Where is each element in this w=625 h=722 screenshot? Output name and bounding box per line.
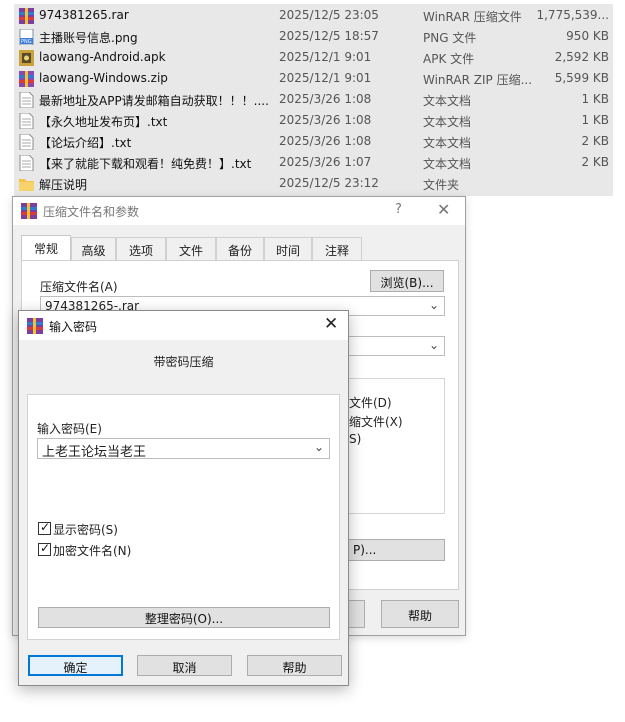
- tab-advanced[interactable]: 高级: [71, 237, 116, 261]
- file-type: 文本文档: [423, 94, 472, 108]
- encrypt-names-label[interactable]: 加密文件名(N): [53, 542, 131, 559]
- file-name: 【来了就能下载和观看！纯免费！】.txt: [39, 157, 252, 171]
- password-titlebar[interactable]: 输入密码 ✕: [19, 311, 348, 340]
- tab-general[interactable]: 常规: [21, 235, 71, 262]
- chevron-down-icon[interactable]: ⌄: [429, 338, 439, 352]
- tab-time[interactable]: 时间: [264, 237, 312, 261]
- file-row[interactable]: 【论坛介绍】.txt 2025/3/26 1:08 文本文档 2 KB: [14, 131, 613, 152]
- txt-icon: [19, 134, 34, 150]
- ok-button[interactable]: 确定: [28, 655, 123, 676]
- close-icon[interactable]: ✕: [324, 314, 338, 334]
- winrar-icon: [21, 203, 37, 219]
- archive-titlebar[interactable]: 压缩文件名和参数 ? ✕: [13, 197, 465, 225]
- tab-options[interactable]: 选项: [116, 237, 166, 261]
- help-button[interactable]: 帮助: [381, 600, 459, 628]
- file-date: 2025/12/5 23:05: [279, 8, 379, 22]
- organize-passwords-button[interactable]: 整理密码(O)...: [38, 607, 330, 628]
- file-size: 2,592 KB: [554, 50, 609, 64]
- file-name: 主播账号信息.png: [39, 31, 138, 45]
- file-date: 2025/12/1 9:01: [279, 71, 372, 85]
- chevron-down-icon[interactable]: ⌄: [429, 298, 439, 312]
- file-row[interactable]: 【永久地址发布页】.txt 2025/3/26 1:08 文本文档 1 KB: [14, 110, 613, 131]
- png-icon: PNG: [19, 29, 34, 45]
- password-dialog-title: 输入密码: [49, 320, 98, 334]
- txt-icon: [19, 155, 34, 171]
- option-solid-fragment[interactable]: S): [349, 432, 361, 446]
- file-date: 2025/3/26 1:07: [279, 155, 372, 169]
- file-type: WinRAR ZIP 压缩...: [423, 73, 533, 87]
- txt-icon: [19, 113, 34, 129]
- file-date: 2025/3/26 1:08: [279, 113, 372, 127]
- close-icon[interactable]: ✕: [437, 200, 450, 219]
- file-size: 1 KB: [581, 92, 609, 106]
- tab-files[interactable]: 文件: [166, 237, 216, 261]
- rar-icon: [19, 8, 34, 24]
- file-name: 974381265.rar: [39, 8, 129, 22]
- profile-combo[interactable]: ⌄: [340, 336, 445, 356]
- file-date: 2025/3/26 1:08: [279, 134, 372, 148]
- help-button[interactable]: 帮助: [247, 655, 342, 676]
- help-icon[interactable]: ?: [395, 202, 402, 217]
- file-size: 1 KB: [581, 113, 609, 127]
- browse-button[interactable]: 浏览(B)...: [370, 270, 444, 292]
- password-heading: 带密码压缩: [153, 355, 214, 369]
- archive-dialog-title: 压缩文件名和参数: [43, 205, 140, 219]
- file-name: laowang-Windows.zip: [39, 71, 168, 85]
- folder-icon: [19, 179, 34, 191]
- password-input[interactable]: 上老王论坛当老王 ⌄: [37, 438, 330, 460]
- file-name: laowang-Android.apk: [39, 50, 166, 64]
- file-type: 文本文档: [423, 136, 472, 150]
- file-size: 1,775,539...: [536, 8, 609, 22]
- svg-text:PNG: PNG: [21, 39, 32, 45]
- file-row[interactable]: 最新地址及APP请发邮箱自动获取！！！.... 2025/3/26 1:08 文…: [14, 89, 613, 110]
- file-row[interactable]: laowang-Android.apk 2025/12/1 9:01 APK 文…: [14, 47, 613, 68]
- option-sfx-fragment[interactable]: 缩文件(X): [349, 413, 403, 430]
- file-name: 【永久地址发布页】.txt: [39, 115, 168, 129]
- archive-options-group: 文件(D) 缩文件(X) S): [340, 378, 445, 514]
- file-date: 2025/12/5 18:57: [279, 29, 379, 43]
- file-type: WinRAR 压缩文件: [423, 10, 522, 24]
- file-list: 974381265.rar 2025/12/5 23:05 WinRAR 压缩文…: [14, 4, 613, 196]
- file-row[interactable]: 【来了就能下载和观看！纯免费！】.txt 2025/3/26 1:07 文本文档…: [14, 152, 613, 173]
- show-password-checkbox[interactable]: [38, 520, 51, 535]
- password-dialog: 输入密码 ✕ 带密码压缩 输入密码(E) 上老王论坛当老王 ⌄ 显示密码(S) …: [18, 310, 349, 686]
- show-password-label[interactable]: 显示密码(S): [53, 521, 118, 538]
- file-type: 文件夹: [423, 178, 460, 192]
- file-row[interactable]: laowang-Windows.zip 2025/12/1 9:01 WinRA…: [14, 68, 613, 89]
- tab-backup[interactable]: 备份: [216, 237, 264, 261]
- encrypt-names-checkbox[interactable]: [38, 541, 51, 556]
- file-date: 2025/3/26 1:08: [279, 92, 372, 106]
- password-value: 上老王论坛当老王: [42, 445, 147, 460]
- password-panel: 输入密码(E) 上老王论坛当老王 ⌄ 显示密码(S) 加密文件名(N) 整理密码…: [27, 394, 340, 640]
- enter-password-label: 输入密码(E): [37, 422, 102, 436]
- file-size: 950 KB: [566, 29, 609, 43]
- chevron-down-icon[interactable]: ⌄: [314, 440, 324, 454]
- file-type: APK 文件: [423, 52, 475, 66]
- file-date: 2025/12/5 23:12: [279, 176, 379, 190]
- file-type: 文本文档: [423, 115, 472, 129]
- file-name: 【论坛介绍】.txt: [39, 136, 132, 150]
- file-date: 2025/12/1 9:01: [279, 50, 372, 64]
- archive-name-label: 压缩文件名(A): [40, 280, 118, 294]
- file-size: 2 KB: [581, 155, 609, 169]
- file-name: 解压说明: [39, 178, 88, 192]
- set-password-button[interactable]: P)...: [340, 539, 445, 561]
- file-name: 最新地址及APP请发邮箱自动获取！！！....: [39, 94, 269, 108]
- tab-comment[interactable]: 注释: [312, 237, 362, 261]
- file-type: 文本文档: [423, 157, 472, 171]
- file-row[interactable]: 974381265.rar 2025/12/5 23:05 WinRAR 压缩文…: [14, 5, 613, 26]
- cancel-button[interactable]: 取消: [137, 655, 232, 676]
- txt-icon: [19, 92, 34, 108]
- winrar-icon: [27, 318, 43, 334]
- option-delete-files-fragment[interactable]: 文件(D): [349, 394, 392, 411]
- file-row[interactable]: 解压说明 2025/12/5 23:12 文件夹: [14, 173, 613, 194]
- file-type: PNG 文件: [423, 31, 477, 45]
- file-size: 5,599 KB: [554, 71, 609, 85]
- apk-icon: [19, 50, 34, 66]
- zip-icon: [19, 71, 34, 87]
- file-size: 2 KB: [581, 134, 609, 148]
- file-row[interactable]: PNG 主播账号信息.png 2025/12/5 18:57 PNG 文件 95…: [14, 26, 613, 47]
